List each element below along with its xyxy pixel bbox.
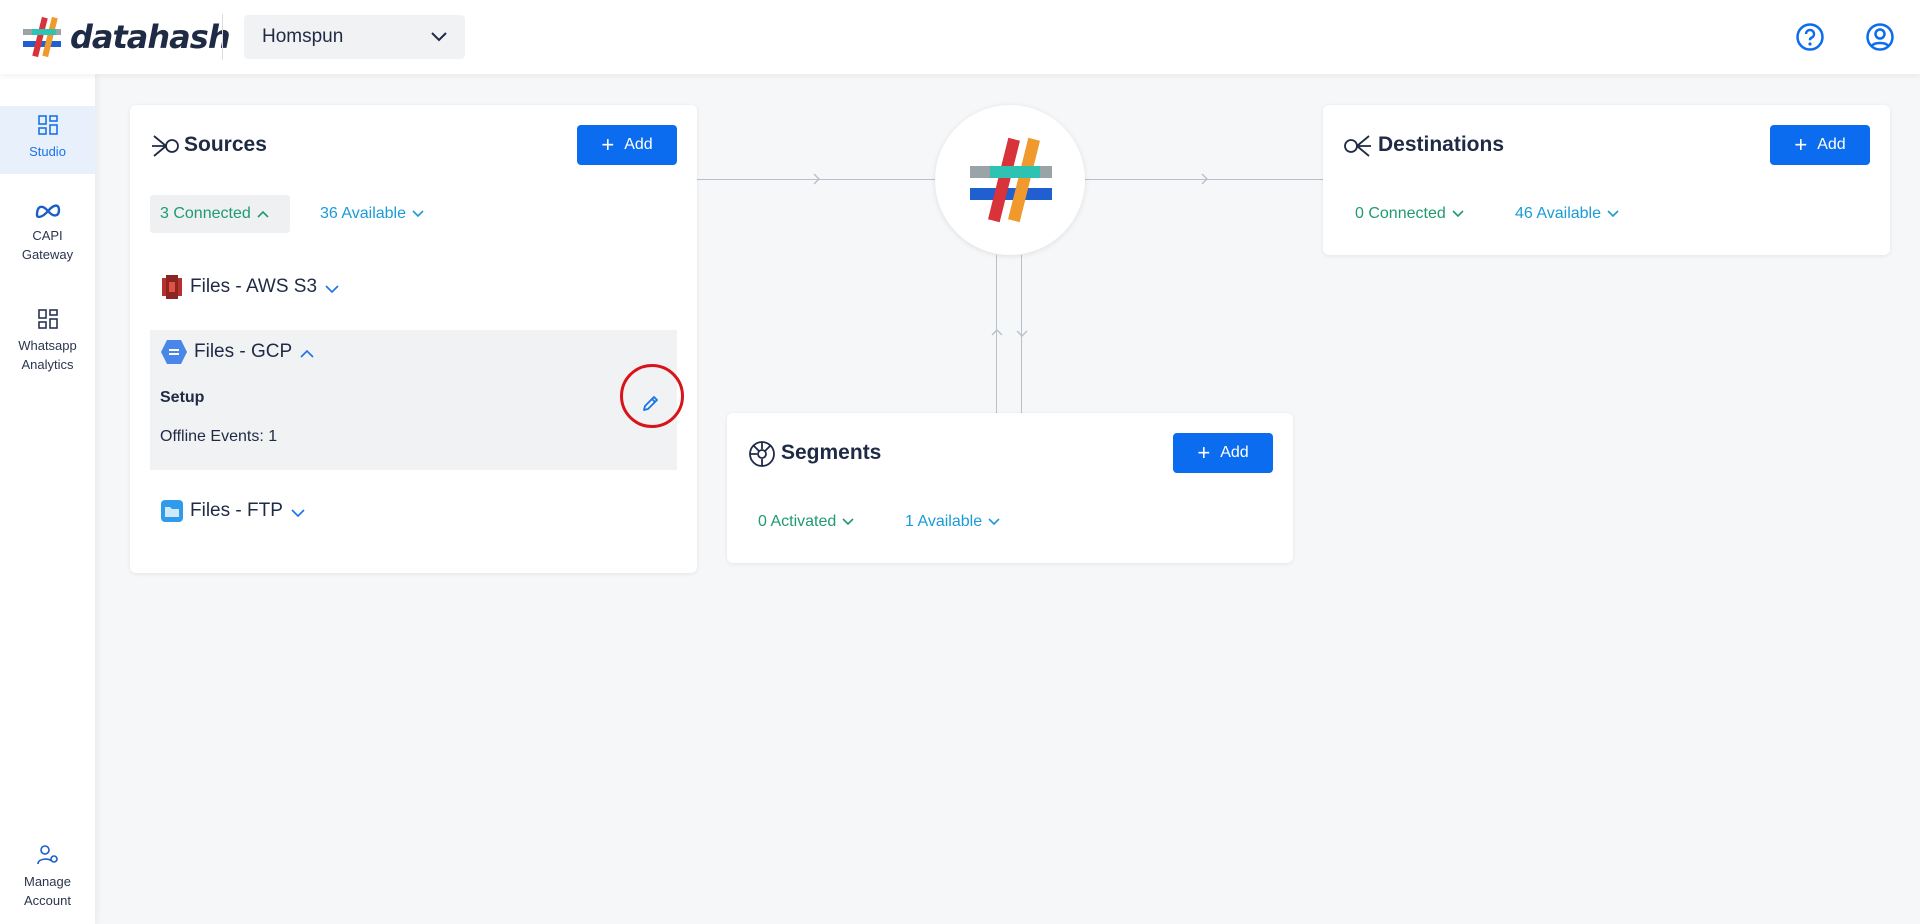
sidebar-item-whatsapp-analytics[interactable]: Whatsapp Analytics: [0, 308, 95, 374]
sources-icon: [152, 135, 179, 157]
sidebar-item-studio[interactable]: Studio: [0, 106, 95, 174]
sidebar-item-label: CAPI Gateway: [21, 228, 74, 262]
plus-icon: +: [601, 132, 615, 157]
chevron-up-icon: [257, 210, 269, 218]
user-settings-icon: [36, 845, 58, 865]
hash-logo-icon: [23, 16, 61, 58]
user-circle-icon[interactable]: [1865, 22, 1895, 52]
sources-available-label: 36 Available: [320, 205, 406, 222]
sidebar-item-label: Studio: [29, 144, 66, 159]
setup-label: Setup: [160, 389, 205, 406]
source-item-label: Files - FTP: [190, 500, 283, 521]
destinations-icon: [1344, 135, 1371, 157]
sources-title: Sources: [184, 133, 267, 156]
hash-logo-icon: [970, 137, 1052, 223]
offline-events-label: Offline Events: 1: [160, 428, 278, 445]
destinations-connected-label: 0 Connected: [1355, 205, 1446, 222]
workspace-name: Homspun: [262, 26, 344, 47]
chevron-down-icon: [291, 508, 305, 517]
chevron-down-icon: [1607, 210, 1619, 218]
segments-available-label: 1 Available: [905, 513, 983, 530]
add-label: Add: [1817, 136, 1846, 153]
plus-icon: +: [1794, 132, 1808, 157]
chevron-down-icon: [431, 32, 447, 42]
segments-activated-label: 0 Activated: [758, 513, 837, 530]
chevron-up-icon: [300, 349, 314, 358]
sidebar-item-label: Manage Account: [24, 874, 71, 908]
workspace-select[interactable]: Homspun: [244, 15, 465, 59]
chevron-down-icon: [325, 284, 339, 293]
arrow-up-icon: [991, 329, 1003, 336]
source-item-ftp[interactable]: Files - FTP: [160, 499, 305, 523]
segments-icon: [749, 441, 775, 467]
arrow-down-icon: [1016, 330, 1028, 337]
chevron-down-icon: [412, 210, 424, 218]
segments-activated-toggle[interactable]: 0 Activated: [758, 503, 854, 541]
meta-icon: [35, 204, 60, 219]
add-destination-button[interactable]: + Add: [1770, 125, 1870, 165]
source-item-aws-s3[interactable]: Files - AWS S3: [160, 274, 339, 300]
gcp-icon: [161, 340, 187, 364]
destinations-connected-toggle[interactable]: 0 Connected: [1355, 195, 1464, 233]
plus-icon: +: [1197, 440, 1211, 465]
folder-icon: [161, 500, 183, 522]
sources-connected-label: 3 Connected: [160, 205, 251, 222]
sidebar-item-label: Whatsapp Analytics: [18, 338, 77, 372]
logo-text: datahash: [70, 18, 231, 56]
help-circle-icon[interactable]: [1795, 22, 1825, 52]
dashboard-icon: [37, 309, 58, 329]
source-item-gcp[interactable]: Files - GCP: [160, 339, 314, 365]
datahash-hub: [935, 105, 1085, 255]
segments-available-toggle[interactable]: 1 Available: [905, 503, 1000, 541]
sidebar-item-manage-account[interactable]: Manage Account: [0, 844, 95, 910]
chevron-down-icon: [1452, 210, 1464, 218]
chevron-down-icon: [842, 518, 854, 526]
destinations-title: Destinations: [1378, 133, 1505, 156]
dashboard-icon: [37, 115, 58, 135]
add-label: Add: [1220, 444, 1249, 461]
arrow-right-icon: [1201, 173, 1208, 185]
add-source-button[interactable]: + Add: [577, 125, 677, 165]
sources-available-toggle[interactable]: 36 Available: [320, 195, 424, 233]
segments-title: Segments: [781, 441, 882, 464]
chevron-down-icon: [988, 518, 1000, 526]
add-label: Add: [624, 136, 653, 153]
source-item-label: Files - GCP: [194, 341, 293, 362]
app-header: datahash Homspun: [0, 0, 1920, 74]
destinations-available-toggle[interactable]: 46 Available: [1515, 195, 1619, 233]
sidebar: Studio CAPI Gateway Whatsapp Analytics M…: [0, 74, 95, 924]
header-divider: [222, 14, 223, 60]
arrow-right-icon: [813, 173, 820, 185]
edit-pencil-icon[interactable]: [634, 387, 666, 419]
sidebar-item-capi-gateway[interactable]: CAPI Gateway: [0, 202, 95, 264]
source-item-label: Files - AWS S3: [190, 276, 318, 297]
datahash-logo[interactable]: datahash: [20, 14, 231, 60]
aws-s3-icon: [162, 275, 182, 299]
destinations-available-label: 46 Available: [1515, 205, 1601, 222]
add-segment-button[interactable]: + Add: [1173, 433, 1273, 473]
sources-connected-toggle[interactable]: 3 Connected: [150, 195, 290, 233]
